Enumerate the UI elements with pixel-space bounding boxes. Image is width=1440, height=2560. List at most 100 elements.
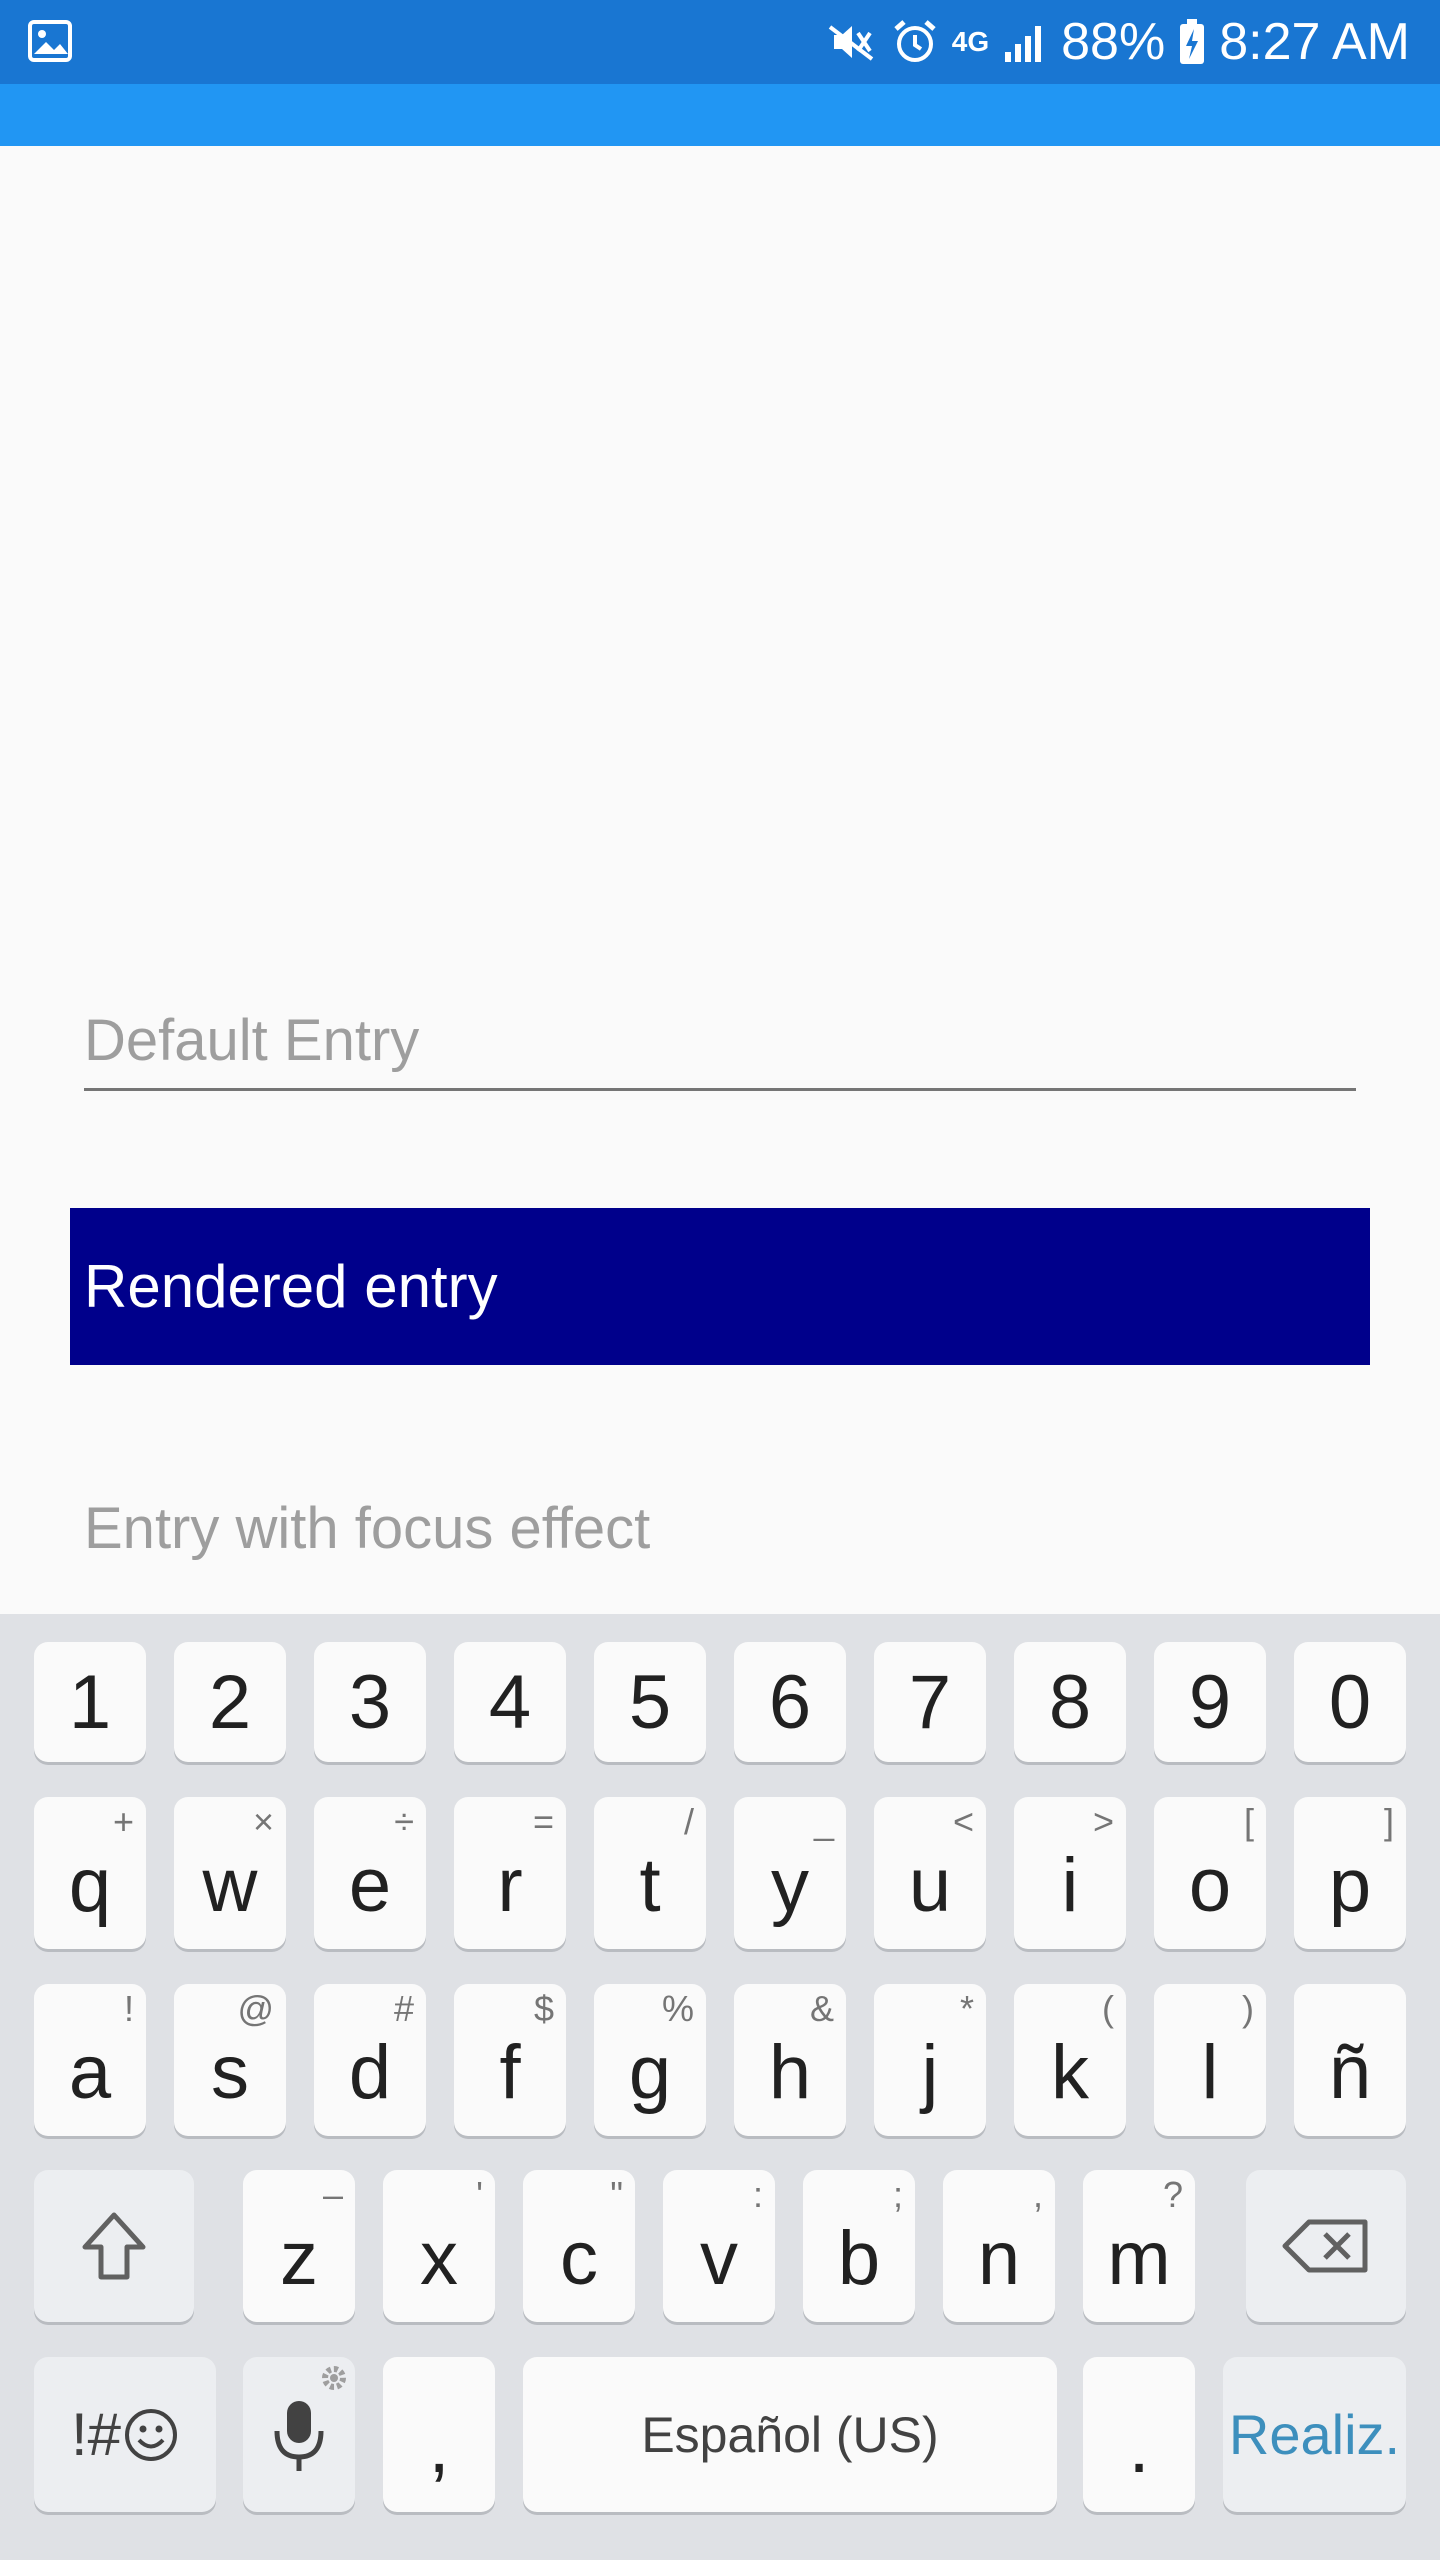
shift-icon bbox=[82, 2212, 146, 2280]
action-key[interactable]: Realiz. bbox=[1223, 2357, 1406, 2512]
key-label: f bbox=[499, 2029, 521, 2115]
key-z[interactable]: z – bbox=[243, 2170, 355, 2322]
key-label: 2 bbox=[208, 1659, 252, 1745]
key-hint: & bbox=[809, 1988, 834, 2029]
symbols-label: !# bbox=[71, 2400, 179, 2469]
key-9[interactable]: 9 bbox=[1154, 1642, 1266, 1762]
battery-percent: 88% bbox=[1061, 13, 1166, 71]
key-label: z bbox=[280, 2215, 318, 2301]
key-v[interactable]: v: bbox=[663, 2170, 775, 2322]
key-h[interactable]: h & bbox=[734, 1984, 846, 2136]
symbols-key[interactable]: !# bbox=[34, 2357, 216, 2512]
key-t[interactable]: t / bbox=[594, 1797, 706, 1949]
key-4[interactable]: 4 bbox=[454, 1642, 566, 1762]
key-k[interactable]: k( bbox=[1014, 1984, 1126, 2136]
key-label: v bbox=[700, 2215, 738, 2301]
key-g[interactable]: g% bbox=[594, 1984, 706, 2136]
focus-entry[interactable]: Entry with focus effect bbox=[84, 1480, 1356, 1576]
key-hint: / bbox=[683, 1801, 694, 1842]
key-label: i bbox=[1061, 1842, 1079, 1928]
key-c[interactable]: c " bbox=[523, 2170, 635, 2322]
key-m[interactable]: m? bbox=[1083, 2170, 1195, 2322]
key-hint: ) bbox=[1242, 1988, 1254, 2029]
key-hint: > bbox=[1092, 1801, 1114, 1842]
key-7[interactable]: 7 bbox=[874, 1642, 986, 1762]
key-f[interactable]: f $ bbox=[454, 1984, 566, 2136]
key-hint: # bbox=[393, 1988, 414, 2029]
vibrate-icon bbox=[828, 25, 873, 61]
key-a[interactable]: a! bbox=[34, 1984, 146, 2136]
key-label: q bbox=[68, 1842, 112, 1928]
key-o[interactable]: o[ bbox=[1154, 1797, 1266, 1949]
key-p[interactable]: p] bbox=[1294, 1797, 1406, 1949]
key-label: 5 bbox=[628, 1659, 672, 1745]
space-key[interactable]: Español (US) bbox=[523, 2357, 1057, 2512]
key-hint: ] bbox=[1383, 1801, 1394, 1842]
key-w[interactable]: w × bbox=[174, 1797, 286, 1949]
gallery-icon bbox=[28, 20, 72, 62]
key-hint: * bbox=[959, 1988, 974, 2029]
key-label: s bbox=[211, 2029, 249, 2115]
app-bar bbox=[0, 84, 1440, 146]
key-ñ[interactable]: ñ bbox=[1294, 1984, 1406, 2136]
comma-key[interactable]: , bbox=[383, 2357, 495, 2512]
default-entry[interactable]: Default Entry bbox=[84, 990, 1356, 1091]
key-j[interactable]: j * bbox=[874, 1984, 986, 2136]
key-5[interactable]: 5 bbox=[594, 1642, 706, 1762]
default-entry-placeholder: Default Entry bbox=[84, 1008, 420, 1073]
emoji-icon bbox=[125, 2408, 178, 2461]
key-hint: [ bbox=[1243, 1801, 1254, 1842]
key-hint: $ bbox=[533, 1988, 554, 2029]
key-hint: ! bbox=[123, 1988, 134, 2029]
key-6[interactable]: 6 bbox=[734, 1642, 846, 1762]
microphone-icon bbox=[274, 2400, 324, 2471]
key-i[interactable]: i > bbox=[1014, 1797, 1126, 1949]
key-label: x bbox=[420, 2215, 458, 2301]
key-x[interactable]: x ' bbox=[383, 2170, 495, 2322]
key-hint: ' bbox=[476, 2174, 483, 2215]
key-label: 7 bbox=[908, 1659, 952, 1745]
shift-key[interactable] bbox=[34, 2170, 194, 2322]
rendered-entry[interactable]: Rendered entry bbox=[70, 1208, 1370, 1365]
key-label: h bbox=[768, 2029, 812, 2115]
key-hint: " bbox=[610, 2174, 623, 2215]
key-label: 9 bbox=[1188, 1659, 1232, 1745]
key-l[interactable]: l) bbox=[1154, 1984, 1266, 2136]
backspace-key[interactable] bbox=[1246, 2170, 1406, 2322]
key-hint: ÷ bbox=[394, 1801, 414, 1842]
settings-gear-icon bbox=[322, 2366, 346, 2390]
network-4g-icon: 4G bbox=[951, 26, 990, 57]
key-label: ñ bbox=[1328, 2029, 1372, 2115]
key-label: r bbox=[497, 1842, 523, 1928]
key-1[interactable]: 1 bbox=[34, 1642, 146, 1762]
key-r[interactable]: r = bbox=[454, 1797, 566, 1949]
key-e[interactable]: e ÷ bbox=[314, 1797, 426, 1949]
key-2[interactable]: 2 bbox=[174, 1642, 286, 1762]
key-hint: ( bbox=[1102, 1988, 1114, 2029]
key-d[interactable]: d # bbox=[314, 1984, 426, 2136]
key-label: . bbox=[1128, 2404, 1150, 2489]
key-q[interactable]: q + bbox=[34, 1797, 146, 1949]
key-y[interactable]: y _ bbox=[734, 1797, 846, 1949]
key-label: n bbox=[977, 2215, 1021, 2301]
key-0[interactable]: 0 bbox=[1294, 1642, 1406, 1762]
key-u[interactable]: u < bbox=[874, 1797, 986, 1949]
key-label: d bbox=[348, 2029, 392, 2115]
key-8[interactable]: 8 bbox=[1014, 1642, 1126, 1762]
key-s[interactable]: s @ bbox=[174, 1984, 286, 2136]
key-label: 1 bbox=[68, 1659, 112, 1745]
voice-input-key[interactable] bbox=[243, 2357, 355, 2512]
key-3[interactable]: 3 bbox=[314, 1642, 426, 1762]
period-key[interactable]: . bbox=[1083, 2357, 1195, 2512]
key-hint: % bbox=[661, 1988, 694, 2029]
key-label: g bbox=[628, 2029, 672, 2115]
space-key-label: Español (US) bbox=[641, 2406, 939, 2463]
key-label: m bbox=[1107, 2215, 1171, 2301]
key-hint: : bbox=[752, 2174, 763, 2215]
key-label: 0 bbox=[1328, 1659, 1372, 1745]
key-b[interactable]: b; bbox=[803, 2170, 915, 2322]
key-n[interactable]: n, bbox=[943, 2170, 1055, 2322]
soft-keyboard: 1 2 3 4 5 6 7 8 9 0 q + w × e ÷ r = t / y _ u < i > o[p] a! s @ d # f $ g%… bbox=[0, 1614, 1440, 2560]
key-label: p bbox=[1328, 1842, 1372, 1928]
key-label: 4 bbox=[488, 1659, 532, 1745]
